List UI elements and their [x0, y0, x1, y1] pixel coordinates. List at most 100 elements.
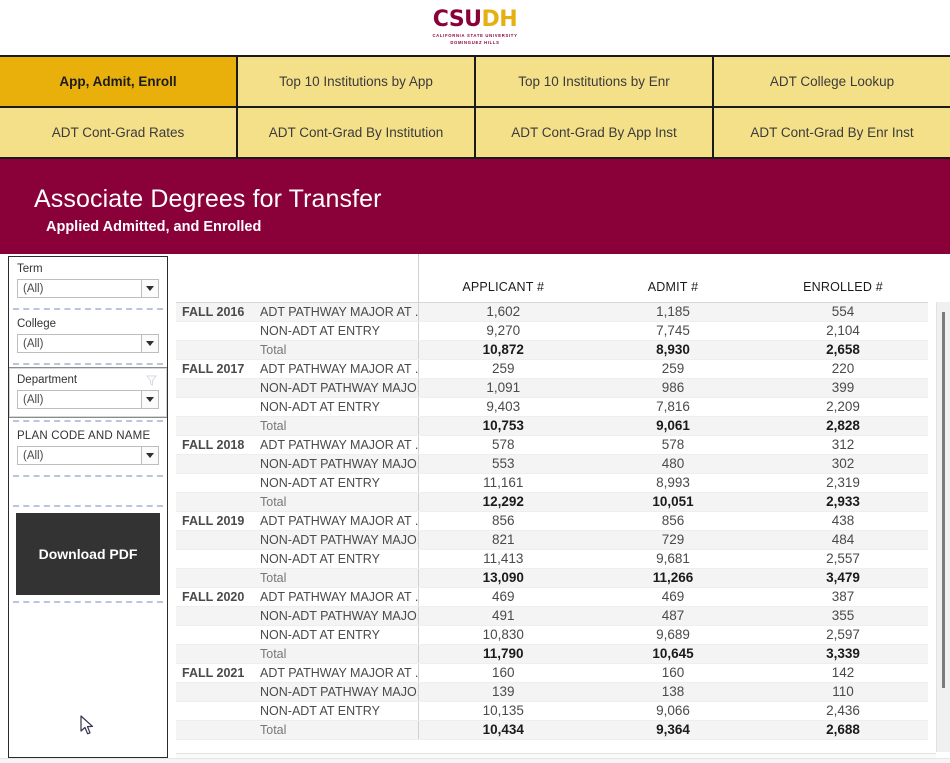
tab-top10-institutions-by-app[interactable]: Top 10 Institutions by App	[238, 57, 474, 106]
table-row[interactable]: NON-ADT AT ENTRY 10,135 9,066 2,436	[176, 701, 928, 721]
table-row[interactable]: NON-ADT PATHWAY MAJO.. 553 480 302	[176, 454, 928, 474]
header-category-spacer	[254, 254, 419, 303]
csudh-logo: CSUDH CALIFORNIA STATE UNIVERSITY DOMING…	[432, 9, 517, 45]
chevron-down-icon[interactable]	[141, 280, 158, 297]
page-subtitle: Applied Admitted, and Enrolled	[46, 219, 262, 235]
page-bottom-strip	[0, 758, 950, 763]
cell-enrolled: 110	[758, 682, 928, 702]
tab-adt-college-lookup[interactable]: ADT College Lookup	[714, 57, 950, 106]
cell-enrolled: 312	[758, 434, 928, 455]
chevron-down-icon[interactable]	[141, 391, 158, 408]
table-row[interactable]: Total 11,790 10,645 3,339	[176, 644, 928, 664]
filter-department-value: (All)	[23, 393, 44, 406]
filter-separator-4	[13, 475, 163, 477]
cell-category: ADT PATHWAY MAJOR AT ..	[254, 510, 419, 531]
cell-category: NON-ADT AT ENTRY	[254, 625, 419, 645]
vertical-scrollbar-thumb[interactable]	[942, 312, 945, 688]
table-row[interactable]: Total 13,090 11,266 3,479	[176, 568, 928, 588]
cell-category: NON-ADT AT ENTRY	[254, 701, 419, 721]
cell-applicant: 139	[418, 682, 588, 702]
cell-enrolled: 2,209	[758, 397, 928, 417]
table-row[interactable]: NON-ADT PATHWAY MAJO.. 139 138 110	[176, 682, 928, 702]
table-row[interactable]: FALL 2018 ADT PATHWAY MAJOR AT .. 578 578 31…	[176, 434, 928, 455]
content-area: Term (All) College (All) Department (All…	[0, 254, 950, 763]
table-row[interactable]: Total 10,753 9,061 2,828	[176, 416, 928, 436]
cell-applicant: 259	[418, 358, 588, 379]
cell-applicant: 11,413	[418, 549, 588, 569]
table-row[interactable]: NON-ADT PATHWAY MAJO.. 1,091 986 399	[176, 378, 928, 398]
table-row[interactable]: Total 12,292 10,051 2,933	[176, 492, 928, 512]
cell-applicant: 10,135	[418, 701, 588, 721]
cell-applicant: 9,403	[418, 397, 588, 417]
tab-app-admit-enroll[interactable]: App, Admit, Enroll	[0, 57, 236, 106]
cell-year	[176, 682, 254, 702]
table-row[interactable]: NON-ADT PATHWAY MAJO.. 821 729 484	[176, 530, 928, 550]
cell-admit: 11,266	[588, 568, 758, 588]
cell-year: FALL 2017	[176, 358, 254, 379]
cell-enrolled: 2,688	[758, 720, 928, 740]
cell-year	[176, 644, 254, 664]
cell-applicant: 12,292	[418, 492, 588, 512]
cell-category: ADT PATHWAY MAJOR AT ..	[254, 358, 419, 379]
tab-row-1: App, Admit, Enroll Top 10 Institutions b…	[0, 57, 950, 106]
cell-applicant: 13,090	[418, 568, 588, 588]
cell-admit: 7,816	[588, 397, 758, 417]
cell-applicant: 1,602	[418, 301, 588, 322]
cell-enrolled: 2,658	[758, 340, 928, 360]
tab-adt-cont-grad-rates[interactable]: ADT Cont-Grad Rates	[0, 108, 236, 157]
table-row[interactable]: NON-ADT PATHWAY MAJO.. 491 487 355	[176, 606, 928, 626]
table-row[interactable]: Total 10,434 9,364 2,688	[176, 720, 928, 740]
tab-adt-cont-grad-by-app-inst[interactable]: ADT Cont-Grad By App Inst	[476, 108, 712, 157]
cell-year	[176, 321, 254, 341]
filter-term-label: Term	[17, 263, 43, 275]
cell-enrolled: 2,828	[758, 416, 928, 436]
cell-applicant: 11,161	[418, 473, 588, 493]
tab-top10-institutions-by-enr[interactable]: Top 10 Institutions by Enr	[476, 57, 712, 106]
filter-college-dropdown[interactable]: (All)	[17, 334, 159, 353]
tab-adt-cont-grad-by-enr-inst[interactable]: ADT Cont-Grad By Enr Inst	[714, 108, 950, 157]
filter-term-value: (All)	[23, 282, 44, 295]
cell-applicant: 469	[418, 586, 588, 607]
table-row[interactable]: NON-ADT AT ENTRY 10,830 9,689 2,597	[176, 625, 928, 645]
table-row[interactable]: FALL 2019 ADT PATHWAY MAJOR AT .. 856 856 43…	[176, 510, 928, 531]
download-pdf-button[interactable]: Download PDF	[16, 513, 160, 595]
table-row[interactable]: FALL 2016 ADT PATHWAY MAJOR AT .. 1,602 1,1…	[176, 301, 928, 322]
cell-admit: 160	[588, 662, 758, 683]
cell-enrolled: 399	[758, 378, 928, 398]
cell-category: Total	[254, 492, 419, 512]
cell-admit: 1,185	[588, 301, 758, 322]
filter-department-dropdown[interactable]: (All)	[17, 390, 159, 409]
table-row[interactable]: FALL 2017 ADT PATHWAY MAJOR AT .. 259 259 22…	[176, 358, 928, 379]
cell-category: NON-ADT PATHWAY MAJO..	[254, 682, 419, 702]
table-row[interactable]: NON-ADT AT ENTRY 9,270 7,745 2,104	[176, 321, 928, 341]
table-row[interactable]: NON-ADT AT ENTRY 11,413 9,681 2,557	[176, 549, 928, 569]
cell-admit: 729	[588, 530, 758, 550]
header-applicant: APPLICANT #	[418, 254, 588, 303]
funnel-icon[interactable]	[146, 375, 157, 386]
cell-admit: 9,364	[588, 720, 758, 740]
tab-adt-cont-grad-by-institution[interactable]: ADT Cont-Grad By Institution	[238, 108, 474, 157]
cell-applicant: 10,872	[418, 340, 588, 360]
table-row[interactable]: FALL 2020 ADT PATHWAY MAJOR AT .. 469 469 38…	[176, 586, 928, 607]
filter-separator-3	[13, 420, 163, 422]
page-title: Associate Degrees for Transfer	[34, 185, 382, 213]
vertical-scrollbar[interactable]	[936, 302, 950, 752]
table-row[interactable]: Total 10,872 8,930 2,658	[176, 340, 928, 360]
table-row[interactable]: NON-ADT AT ENTRY 11,161 8,993 2,319	[176, 473, 928, 493]
cell-admit: 8,993	[588, 473, 758, 493]
cell-enrolled: 142	[758, 662, 928, 683]
table-row[interactable]: NON-ADT AT ENTRY 9,403 7,816 2,209	[176, 397, 928, 417]
table-row[interactable]: FALL 2021 ADT PATHWAY MAJOR AT .. 160 160 14…	[176, 662, 928, 683]
chevron-down-icon[interactable]	[141, 447, 158, 464]
cell-year: FALL 2021	[176, 662, 254, 683]
filter-term-dropdown[interactable]: (All)	[17, 279, 159, 298]
cell-category: ADT PATHWAY MAJOR AT ..	[254, 586, 419, 607]
filter-plan-code-dropdown[interactable]: (All)	[17, 446, 159, 465]
cell-year	[176, 473, 254, 493]
cell-applicant: 10,830	[418, 625, 588, 645]
chevron-down-icon[interactable]	[141, 335, 158, 352]
cell-category: NON-ADT AT ENTRY	[254, 473, 419, 493]
cell-applicant: 578	[418, 434, 588, 455]
cell-category: Total	[254, 720, 419, 740]
